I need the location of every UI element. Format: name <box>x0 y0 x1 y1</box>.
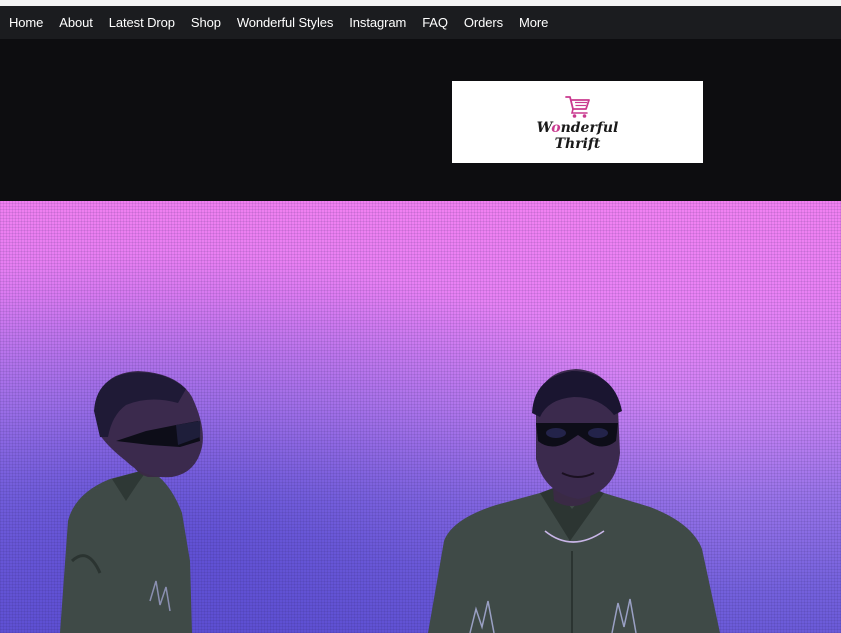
logo-line-2: Thrift <box>554 136 601 152</box>
nav-item-wonderful-styles[interactable]: Wonderful Styles <box>237 6 334 39</box>
hero-banner <box>0 201 841 633</box>
left-model-figure <box>60 371 203 633</box>
nav-item-home[interactable]: Home <box>9 6 43 39</box>
nav-item-about[interactable]: About <box>59 6 93 39</box>
hero-photo-two-models <box>60 369 720 633</box>
logo-line-1-rest: nderful <box>560 120 619 136</box>
right-model-figure <box>428 369 720 633</box>
logo-wordmark: Wonderful Thrift <box>537 120 619 152</box>
logo-line-1: Wonderful <box>537 120 619 136</box>
nav-item-orders[interactable]: Orders <box>464 6 503 39</box>
site-logo[interactable]: Wonderful Thrift <box>452 81 703 163</box>
nav-item-shop[interactable]: Shop <box>191 6 221 39</box>
main-navigation: Home About Latest Drop Shop Wonderful St… <box>0 6 841 39</box>
site-header: Wonderful Thrift <box>0 39 841 201</box>
logo-line-1-w: W <box>536 120 552 136</box>
logo-line-1-o: o <box>551 120 561 136</box>
nav-item-latest-drop[interactable]: Latest Drop <box>109 6 175 39</box>
nav-item-faq[interactable]: FAQ <box>422 6 448 39</box>
shopping-cart-icon <box>564 96 590 118</box>
nav-item-more[interactable]: More <box>519 6 548 39</box>
nav-item-instagram[interactable]: Instagram <box>349 6 406 39</box>
